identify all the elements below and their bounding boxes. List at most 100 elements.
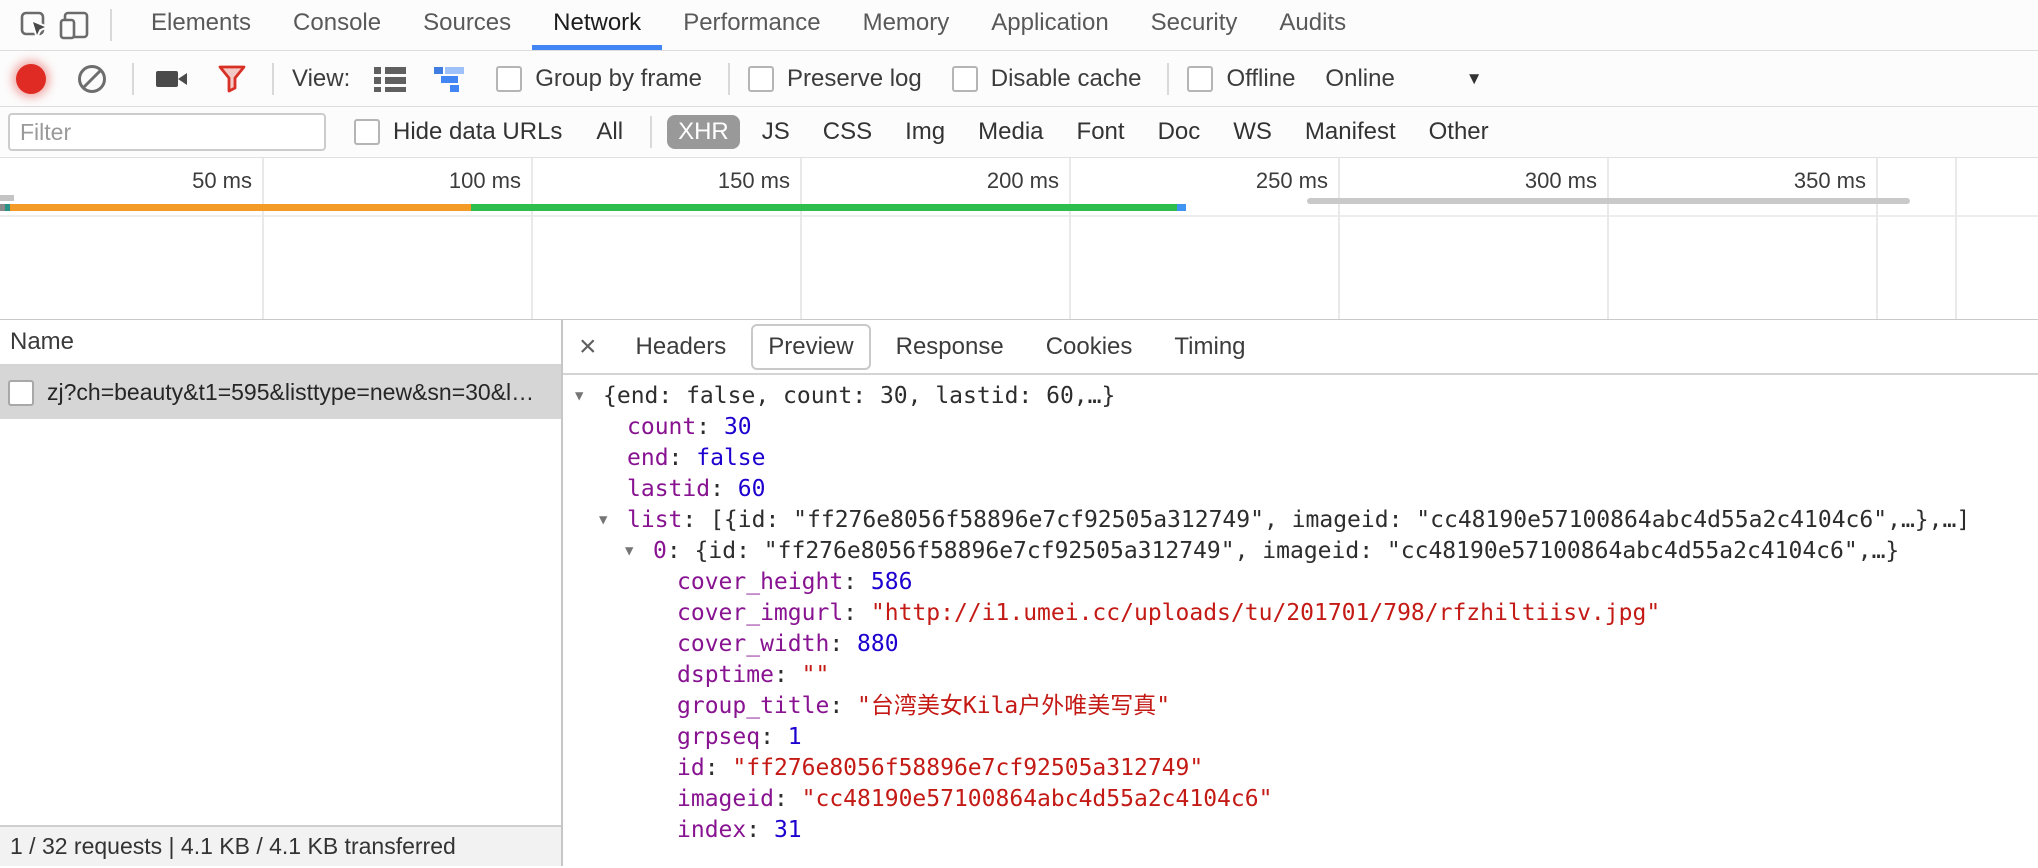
close-icon[interactable]: × (579, 332, 597, 362)
preview-tree-line[interactable]: lastid: 60 (563, 474, 2038, 505)
tab-elements[interactable]: Elements (130, 0, 272, 50)
throttling-dropdown[interactable]: Online ▼ (1325, 65, 1482, 93)
json-token-plain: : (746, 817, 774, 843)
tab-network[interactable]: Network (532, 0, 662, 50)
preview-tree-line[interactable]: index: 31 (563, 815, 2038, 846)
tab-memory[interactable]: Memory (842, 0, 971, 50)
filter-type-other[interactable]: Other (1418, 115, 1500, 149)
details-tab-timing[interactable]: Timing (1157, 324, 1262, 370)
filter-type-font[interactable]: Font (1066, 115, 1136, 149)
network-filter-bar: Hide data URLs AllXHRJSCSSImgMediaFontDo… (0, 107, 2038, 158)
devtools-window: ElementsConsoleSourcesNetworkPerformance… (0, 0, 2038, 868)
tab-security[interactable]: Security (1130, 0, 1259, 50)
timeline-gridline (1607, 158, 1609, 319)
filter-type-ws[interactable]: WS (1222, 115, 1283, 149)
network-toolbar: View: Group by frame Preserve log (0, 51, 2038, 107)
json-token-plain: : (829, 693, 857, 719)
show-overview-waterfall-icon[interactable] (432, 65, 468, 93)
request-row[interactable]: zj?ch=beauty&t1=595&listtype=new&sn=30&l… (0, 366, 561, 419)
preserve-log-label: Preserve log (787, 65, 922, 93)
clear-button[interactable] (76, 63, 108, 95)
json-token-key: group_title (677, 693, 829, 719)
json-token-num: 31 (774, 817, 802, 843)
resource-type-filters: All XHR JS CSS Img Media Font Doc WS Manifest Othe… (574, 115, 1499, 149)
json-token-num: 30 (724, 414, 752, 440)
json-token-plain: : (843, 569, 871, 595)
json-preview-tree: ▼{end: false, count: 30, lastid: 60,…}co… (563, 375, 2038, 866)
preview-tree-line[interactable]: end: false (563, 443, 2038, 474)
filter-type-media[interactable]: Media (967, 115, 1054, 149)
preview-tree-line[interactable]: cover_imgurl: "http://i1.umei.cc/uploads… (563, 598, 2038, 629)
devtools-tab-bar: ElementsConsoleSourcesNetworkPerformance… (0, 0, 2038, 51)
preview-tree-line[interactable]: cover_width: 880 (563, 629, 2038, 660)
timeline-tick-label: 350 ms (1794, 168, 1866, 194)
inspect-element-icon[interactable] (14, 5, 54, 45)
expand-arrow-icon[interactable]: ▼ (599, 505, 607, 536)
screenshot-capture-icon[interactable] (154, 66, 190, 92)
expand-arrow-icon[interactable]: ▼ (575, 381, 583, 412)
preview-tree-line[interactable]: grpseq: 1 (563, 722, 2038, 753)
filter-type-img[interactable]: Img (894, 115, 956, 149)
divider (1167, 63, 1169, 95)
timeline-tick-label: 300 ms (1525, 168, 1597, 194)
filter-type-js[interactable]: JS (751, 115, 801, 149)
json-token-key: imageid (677, 786, 774, 812)
details-tab-cookies[interactable]: Cookies (1029, 324, 1150, 370)
group-by-frame-checkbox[interactable] (496, 66, 522, 92)
preview-tree-line[interactable]: dsptime: "" (563, 660, 2038, 691)
timeline-boundary-line (1955, 158, 1957, 319)
requests-table: Name zj?ch=beauty&t1=595&listtype=new&sn… (0, 320, 563, 866)
use-large-rows-icon[interactable] (372, 65, 408, 93)
json-token-num: 1 (788, 724, 802, 750)
expand-arrow-icon[interactable]: ▼ (625, 536, 633, 567)
json-token-key: end (627, 445, 669, 471)
divider (272, 63, 274, 95)
view-label: View: (292, 65, 350, 93)
hide-data-urls-checkbox[interactable] (354, 119, 380, 145)
filter-input[interactable] (8, 113, 326, 151)
filter-type-css[interactable]: CSS (812, 115, 883, 149)
group-by-frame-label: Group by frame (535, 65, 702, 93)
preview-tree-line[interactable]: ▼{end: false, count: 30, lastid: 60,…} (563, 381, 2038, 412)
overview-scrollbar-thumb[interactable] (1307, 198, 1910, 204)
filter-type-xhr[interactable]: XHR (667, 115, 740, 149)
preview-tree-line[interactable]: ▼list: [{id: "ff276e8056f58896e7cf92505a… (563, 505, 2038, 536)
tab-sources[interactable]: Sources (402, 0, 532, 50)
device-toolbar-icon[interactable] (54, 5, 94, 45)
timeline-gridline (1338, 158, 1340, 319)
disable-cache-label: Disable cache (991, 65, 1142, 93)
preview-tree-line[interactable]: cover_height: 586 (563, 567, 2038, 598)
disable-cache-checkbox[interactable] (952, 66, 978, 92)
preserve-log-checkbox[interactable] (748, 66, 774, 92)
filter-type-manifest[interactable]: Manifest (1294, 115, 1407, 149)
offline-checkbox[interactable] (1187, 66, 1213, 92)
waterfall-pending-block (0, 195, 14, 201)
tab-console[interactable]: Console (272, 0, 402, 50)
json-token-plain: : (774, 662, 802, 688)
timeline-gridline (1876, 158, 1878, 319)
filter-type-doc[interactable]: Doc (1147, 115, 1212, 149)
details-tab-preview[interactable]: Preview (751, 324, 870, 370)
offline-label: Offline (1226, 65, 1295, 93)
preview-tree-line[interactable]: group_title: "台湾美女Kila户外唯美写真" (563, 691, 2038, 722)
filter-type-all[interactable]: All (585, 115, 634, 149)
tab-audits[interactable]: Audits (1258, 0, 1367, 50)
tab-performance[interactable]: Performance (662, 0, 841, 50)
preview-tree-line[interactable]: imageid: "cc48190e57100864abc4d55a2c4104… (563, 784, 2038, 815)
preview-tree-line[interactable]: ▼0: {id: "ff276e8056f58896e7cf92505a3127… (563, 536, 2038, 567)
json-token-key: cover_imgurl (677, 600, 843, 626)
timeline-gridline (800, 158, 802, 319)
details-tab-headers[interactable]: Headers (619, 324, 744, 370)
filter-funnel-icon[interactable] (216, 63, 248, 95)
timeline-gridline (262, 158, 264, 319)
preview-tree-line[interactable]: count: 30 (563, 412, 2038, 443)
request-checkbox[interactable] (8, 380, 34, 406)
tab-application[interactable]: Application (970, 0, 1129, 50)
timeline-tick-label: 100 ms (449, 168, 521, 194)
name-column-header[interactable]: Name (0, 320, 561, 366)
details-tab-response[interactable]: Response (879, 324, 1021, 370)
record-button[interactable] (16, 64, 46, 94)
network-overview-timeline[interactable]: 50 ms100 ms150 ms200 ms250 ms300 ms350 m… (0, 158, 2038, 320)
preview-tree-line[interactable]: id: "ff276e8056f58896e7cf92505a312749" (563, 753, 2038, 784)
waterfall-bar-segment (1177, 204, 1186, 211)
